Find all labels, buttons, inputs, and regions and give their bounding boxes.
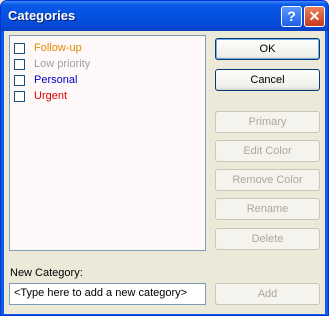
category-checkbox[interactable] <box>14 59 25 70</box>
close-button[interactable]: ✕ <box>304 6 325 27</box>
category-label: Personal <box>34 74 78 86</box>
ok-button[interactable]: OK <box>215 38 320 60</box>
category-label: Urgent <box>34 90 68 102</box>
cancel-button[interactable]: Cancel <box>215 69 320 91</box>
category-list[interactable]: Follow-up Low priority Personal Urgent <box>9 35 206 251</box>
rename-button[interactable]: Rename <box>215 198 320 220</box>
category-checkbox[interactable] <box>14 91 25 102</box>
dialog-body: Follow-up Low priority Personal Urgent O… <box>4 31 325 314</box>
category-checkbox[interactable] <box>14 43 25 54</box>
primary-button[interactable]: Primary <box>215 111 320 133</box>
delete-button[interactable]: Delete <box>215 228 320 250</box>
help-button[interactable]: ? <box>281 6 302 27</box>
title-bar[interactable]: Categories ? ✕ <box>1 1 328 31</box>
category-label: Low priority <box>34 58 91 70</box>
add-button[interactable]: Add <box>215 283 320 305</box>
category-checkbox[interactable] <box>14 75 25 86</box>
edit-color-button[interactable]: Edit Color <box>215 140 320 162</box>
new-category-label: New Category: <box>10 267 83 279</box>
dialog-title: Categories <box>8 8 76 23</box>
remove-color-button[interactable]: Remove Color <box>215 169 320 191</box>
new-category-input[interactable]: <Type here to add a new category> <box>9 283 206 305</box>
categories-dialog: Categories ? ✕ Follow-up Low priority Pe… <box>0 0 329 316</box>
category-label: Follow-up <box>34 42 82 54</box>
